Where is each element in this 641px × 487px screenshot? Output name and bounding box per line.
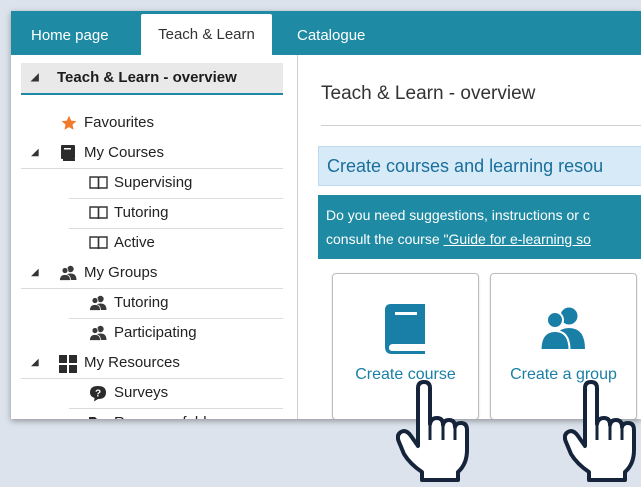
sidebar-item-resource-folder[interactable]: Resource folder bbox=[69, 408, 283, 419]
info-text-line2: consult the course "Guide for e-learning… bbox=[326, 231, 591, 247]
sidebar-item-label: My Resources bbox=[84, 354, 180, 371]
tab-teach-learn[interactable]: Teach & Learn bbox=[141, 14, 272, 55]
main-content: Teach & Learn - overview Create courses … bbox=[298, 55, 641, 419]
sidebar-item-active[interactable]: Active bbox=[69, 228, 283, 258]
sidebar-item-tutoring-groups[interactable]: Tutoring bbox=[69, 288, 283, 319]
group-icon bbox=[89, 295, 107, 311]
folder-icon bbox=[89, 417, 107, 419]
book-icon bbox=[385, 304, 425, 354]
sidebar-item-label: Tutoring bbox=[114, 294, 169, 311]
app-window: Home page Teach & Learn Catalogue ◢ Teac… bbox=[11, 11, 641, 419]
group-icon bbox=[540, 307, 585, 350]
info-box: Do you need suggestions, instructions or… bbox=[318, 195, 641, 259]
sidebar-tree: ◢ Teach & Learn - overview Favourites ◢ … bbox=[11, 55, 298, 419]
page-title: Teach & Learn - overview bbox=[321, 83, 536, 104]
group-icon bbox=[59, 265, 77, 281]
open-book-icon bbox=[89, 236, 108, 250]
sidebar-item-label: Active bbox=[114, 234, 155, 251]
collapse-triangle-icon[interactable]: ◢ bbox=[31, 258, 39, 288]
collapse-triangle-icon[interactable]: ◢ bbox=[31, 348, 39, 378]
guide-link[interactable]: "Guide for e-learning so bbox=[444, 231, 591, 247]
sidebar-item-my-courses[interactable]: ◢ My Courses bbox=[21, 138, 283, 169]
question-bubble-icon: ? bbox=[90, 386, 106, 402]
sidebar-item-overview[interactable]: ◢ Teach & Learn - overview bbox=[21, 63, 283, 95]
open-book-icon bbox=[89, 206, 108, 220]
svg-text:?: ? bbox=[95, 389, 101, 400]
sidebar-item-label: My Courses bbox=[84, 144, 165, 161]
info-text-prefix: consult the course bbox=[326, 231, 444, 247]
grid-icon bbox=[59, 355, 77, 373]
sidebar-item-favourites[interactable]: Favourites bbox=[11, 108, 283, 138]
collapse-triangle-icon[interactable]: ◢ bbox=[31, 138, 39, 168]
sidebar-item-label: Resource folder bbox=[114, 408, 220, 419]
book-icon bbox=[61, 145, 75, 161]
sidebar-item-label: Surveys bbox=[114, 384, 169, 401]
sidebar-item-supervising[interactable]: Supervising bbox=[69, 168, 283, 199]
pointing-hand-icon bbox=[396, 380, 469, 482]
pointing-hand-icon bbox=[563, 380, 636, 482]
tab-catalogue[interactable]: Catalogue bbox=[297, 16, 365, 55]
sidebar-item-surveys[interactable]: ? Surveys bbox=[69, 378, 283, 409]
sidebar-item-label: Favourites bbox=[84, 114, 155, 131]
sidebar-item-label: Supervising bbox=[114, 174, 193, 191]
sidebar-item-my-groups[interactable]: ◢ My Groups bbox=[21, 258, 283, 289]
info-text-line1: Do you need suggestions, instructions or… bbox=[326, 207, 590, 223]
sidebar-item-label: Participating bbox=[114, 324, 197, 341]
sidebar-item-my-resources[interactable]: ◢ My Resources bbox=[21, 348, 283, 379]
tab-home-page[interactable]: Home page bbox=[31, 16, 109, 55]
sidebar-item-label: Teach & Learn - overview bbox=[57, 69, 237, 86]
top-nav: Home page Teach & Learn Catalogue bbox=[11, 11, 641, 55]
sidebar-item-tutoring-courses[interactable]: Tutoring bbox=[69, 198, 283, 229]
sidebar-item-label: Tutoring bbox=[114, 204, 169, 221]
group-icon bbox=[89, 325, 107, 341]
open-book-icon bbox=[89, 176, 108, 190]
create-resources-banner: Create courses and learning resou bbox=[318, 146, 641, 186]
title-divider bbox=[321, 125, 641, 126]
sidebar-item-label: My Groups bbox=[84, 264, 158, 281]
sidebar-item-participating[interactable]: Participating bbox=[69, 318, 283, 348]
star-icon bbox=[61, 115, 77, 130]
collapse-triangle-icon[interactable]: ◢ bbox=[31, 63, 39, 93]
